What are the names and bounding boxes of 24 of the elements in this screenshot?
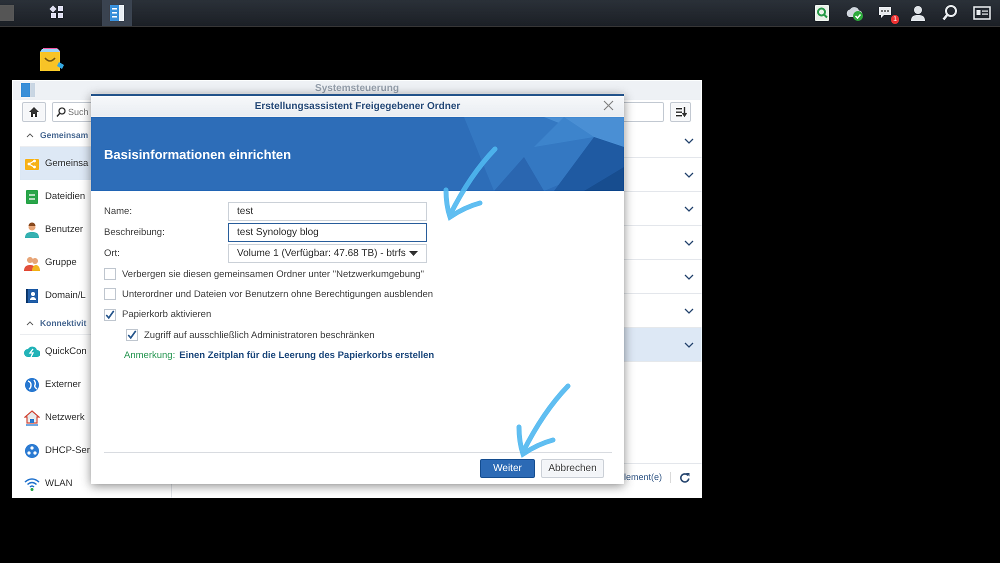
item-label: Netzwerk bbox=[45, 412, 85, 423]
checkbox-label: Papierkorb aktivieren bbox=[122, 309, 212, 320]
section-label: Konnektivit bbox=[40, 318, 86, 328]
item-label: QuickCon bbox=[45, 346, 87, 357]
checkbox-label: Unterordner und Dateien vor Benutzern ohne Berechtigungen ausblenden bbox=[122, 288, 434, 300]
window-title: Systemsteuerung bbox=[315, 83, 399, 94]
item-label: WLAN bbox=[45, 478, 72, 489]
note-label: Anmerkung: bbox=[124, 350, 176, 361]
item-label: Domain/L bbox=[45, 290, 86, 301]
dialog-title: Erstellungsassistent Freigegebener Ordner bbox=[254, 101, 460, 112]
checkbox-label: Verbergen sie diesen gemeinsamen Ordner unter "Netzwerkumgebung" bbox=[122, 268, 424, 280]
item-label: Externer bbox=[45, 379, 81, 390]
field-label: Name: bbox=[104, 206, 133, 217]
section-label: Gemeinsam bbox=[40, 130, 88, 140]
dialog-heading: Basisinformationen einrichten bbox=[104, 146, 292, 162]
field-label: Ort: bbox=[104, 248, 121, 259]
item-label: Gemeinsa bbox=[45, 158, 88, 169]
item-count: lement(e) bbox=[624, 472, 662, 482]
item-label: Dateidien bbox=[45, 191, 86, 202]
item-label: Benutzer bbox=[45, 224, 84, 235]
field-label: Beschreibung: bbox=[104, 227, 166, 238]
checkbox-label: Zugriff auf ausschließlich Administratoren beschränken bbox=[144, 330, 375, 341]
item-label: Gruppe bbox=[45, 257, 77, 268]
item-label: DHCP-Ser bbox=[45, 445, 90, 456]
